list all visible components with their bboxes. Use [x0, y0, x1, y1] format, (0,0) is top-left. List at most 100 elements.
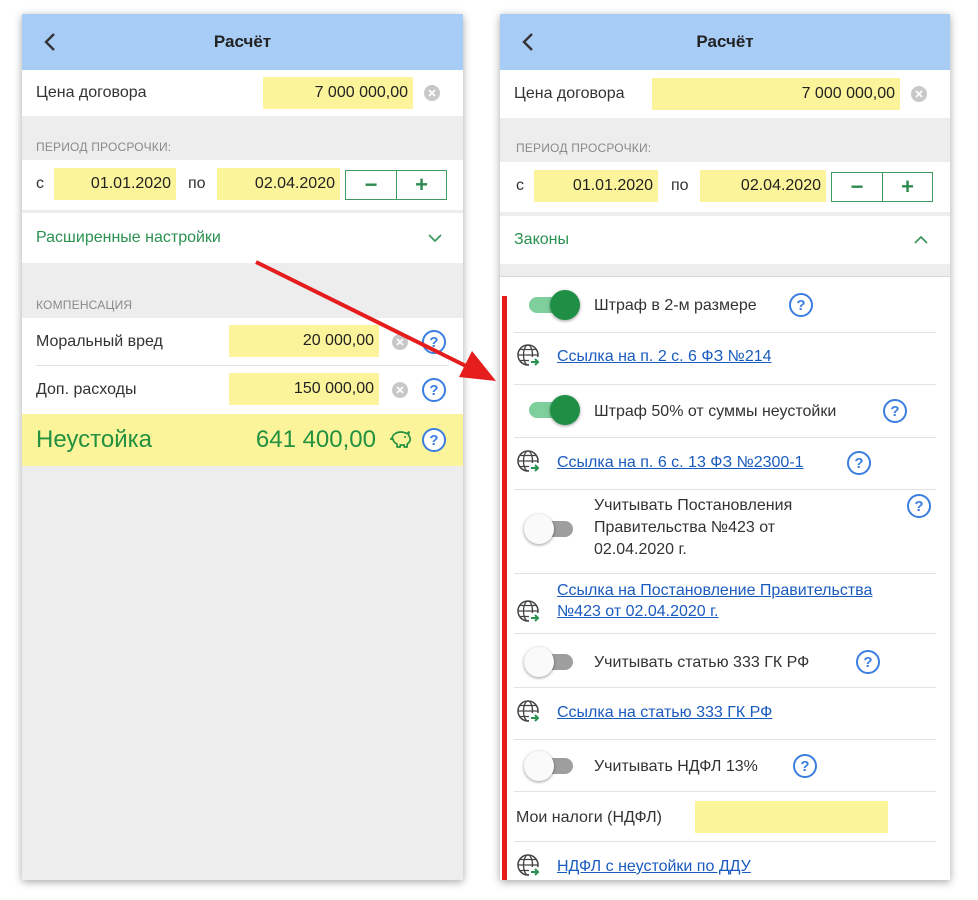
- my-taxes-label: Мои налоги (НДФЛ): [516, 809, 662, 826]
- contract-price-label: Цена договора: [514, 85, 625, 102]
- decree-423-link-line1[interactable]: Ссылка на Постановление Правительства: [557, 581, 872, 601]
- contract-price-input[interactable]: 7 000 000,00: [652, 78, 900, 110]
- clear-icon[interactable]: [392, 334, 408, 350]
- laws-label: Законы: [514, 231, 569, 248]
- period-section-title: ПЕРИОД ПРОСРОЧКИ:: [36, 140, 172, 154]
- clear-icon[interactable]: [424, 85, 440, 101]
- compensation-section-header: КОМПЕНСАЦИЯ: [22, 263, 463, 318]
- advanced-settings-label: Расширенные настройки: [36, 229, 221, 246]
- help-icon[interactable]: ?: [883, 399, 907, 423]
- divider: [514, 489, 936, 490]
- penalty-total-label: Неустойка: [36, 426, 152, 453]
- chevron-down-icon[interactable]: [427, 230, 443, 246]
- help-icon[interactable]: ?: [793, 754, 817, 778]
- piggy-bank-icon[interactable]: [388, 428, 412, 450]
- divider: [514, 633, 936, 634]
- period-from-label: с: [36, 175, 44, 192]
- article-333-toggle[interactable]: [524, 647, 576, 677]
- help-icon[interactable]: ?: [422, 330, 446, 354]
- help-icon[interactable]: ?: [789, 293, 813, 317]
- advanced-settings-row[interactable]: Расширенные настройки: [22, 213, 463, 263]
- help-icon[interactable]: ?: [847, 451, 871, 475]
- fine-double-toggle[interactable]: [524, 290, 580, 320]
- clear-icon[interactable]: [392, 382, 408, 398]
- period-from-label: с: [516, 177, 524, 194]
- divider: [514, 791, 936, 792]
- globe-link-icon: [517, 450, 541, 473]
- penalty-total-value: 641 400,00: [255, 426, 376, 453]
- globe-link-icon: [517, 700, 541, 723]
- period-section-title: ПЕРИОД ПРОСРОЧКИ:: [516, 141, 652, 155]
- divider: [514, 332, 936, 333]
- globe-link-icon: [517, 344, 541, 367]
- help-icon[interactable]: ?: [422, 378, 446, 402]
- period-section-header: ПЕРИОД ПРОСРОЧКИ:: [500, 118, 950, 162]
- decree-423-label-line1: Учитывать Постановления: [594, 497, 793, 514]
- contract-price-label: Цена договора: [36, 84, 147, 101]
- back-arrow-icon[interactable]: [514, 27, 542, 57]
- increment-button[interactable]: +: [396, 171, 446, 199]
- period-stepper: − +: [345, 170, 447, 200]
- decrement-button[interactable]: −: [832, 173, 882, 201]
- extra-expenses-input[interactable]: 150 000,00: [229, 373, 379, 405]
- law-2300-link[interactable]: Ссылка на п. 6 с. 13 ФЗ №2300-1: [557, 453, 804, 473]
- extra-expenses-row: Доп. расходы 150 000,00 ?: [22, 366, 463, 414]
- decree-423-label-line3: 02.04.2020 г.: [594, 541, 687, 558]
- period-to-label: по: [188, 175, 206, 192]
- period-from-input[interactable]: 01.01.2020: [54, 168, 176, 200]
- app-bar: Расчёт: [500, 14, 950, 70]
- decrement-button[interactable]: −: [346, 171, 396, 199]
- my-taxes-input[interactable]: [695, 801, 888, 833]
- article-333-label: Учитывать статью 333 ГК РФ: [594, 654, 810, 671]
- annotation-red-line: [502, 296, 507, 880]
- fine-50-label: Штраф 50% от суммы неустойки: [594, 403, 837, 420]
- page-title: Расчёт: [696, 32, 754, 51]
- contract-price-row: Цена договора 7 000 000,00: [22, 70, 463, 116]
- right-phone-screen: Расчёт Цена договора 7 000 000,00 ПЕРИОД…: [500, 14, 950, 880]
- period-to-input[interactable]: 02.04.2020: [700, 170, 826, 202]
- globe-link-icon: [517, 854, 541, 877]
- decree-423-link-line2[interactable]: №423 от 02.04.2020 г.: [557, 602, 718, 622]
- contract-price-input[interactable]: 7 000 000,00: [263, 77, 413, 109]
- decree-423-toggle[interactable]: [524, 514, 576, 544]
- article-333-link[interactable]: Ссылка на статью 333 ГК РФ: [557, 703, 772, 723]
- laws-list: Штраф в 2-м размере ? Ссылка на п. 2 с. …: [500, 276, 950, 880]
- fine-double-label: Штраф в 2-м размере: [594, 297, 757, 314]
- laws-header-row[interactable]: Законы: [500, 216, 950, 264]
- fine-50-toggle[interactable]: [524, 395, 580, 425]
- period-to-input[interactable]: 02.04.2020: [217, 168, 340, 200]
- divider: [514, 687, 936, 688]
- help-icon[interactable]: ?: [422, 428, 446, 452]
- divider: [514, 573, 936, 574]
- period-stepper: − +: [831, 172, 933, 202]
- moral-damage-label: Моральный вред: [36, 333, 163, 350]
- period-to-label: по: [671, 177, 689, 194]
- moral-damage-row: Моральный вред 20 000,00 ?: [22, 318, 463, 366]
- ndfl-label: Учитывать НДФЛ 13%: [594, 758, 758, 775]
- period-row: с 01.01.2020 по 02.04.2020 − +: [500, 162, 950, 212]
- penalty-total-row: Неустойка 641 400,00 ?: [22, 414, 463, 466]
- help-icon[interactable]: ?: [907, 494, 931, 518]
- period-row: с 01.01.2020 по 02.04.2020 − +: [22, 160, 463, 210]
- ndfl-toggle[interactable]: [524, 751, 576, 781]
- moral-damage-input[interactable]: 20 000,00: [229, 325, 379, 357]
- divider: [514, 437, 936, 438]
- contract-price-row: Цена договора 7 000 000,00: [500, 70, 950, 118]
- globe-link-icon: [517, 600, 541, 623]
- compensation-section-title: КОМПЕНСАЦИЯ: [36, 298, 133, 312]
- decree-423-label-line2: Правительства №423 от: [594, 519, 776, 536]
- ndfl-ddu-link[interactable]: НДФЛ с неустойки по ДДУ: [557, 857, 751, 877]
- divider: [514, 384, 936, 385]
- help-icon[interactable]: ?: [856, 650, 880, 674]
- page-title: Расчёт: [213, 32, 272, 51]
- extra-expenses-label: Доп. расходы: [36, 381, 137, 398]
- increment-button[interactable]: +: [882, 173, 932, 201]
- divider: [514, 739, 936, 740]
- chevron-up-icon[interactable]: [913, 232, 929, 248]
- divider: [514, 841, 936, 842]
- period-from-input[interactable]: 01.01.2020: [534, 170, 658, 202]
- back-arrow-icon[interactable]: [36, 27, 64, 57]
- clear-icon[interactable]: [911, 86, 927, 102]
- period-section-header: ПЕРИОД ПРОСРОЧКИ:: [22, 116, 463, 160]
- law-214-link[interactable]: Ссылка на п. 2 с. 6 ФЗ №214: [557, 347, 772, 367]
